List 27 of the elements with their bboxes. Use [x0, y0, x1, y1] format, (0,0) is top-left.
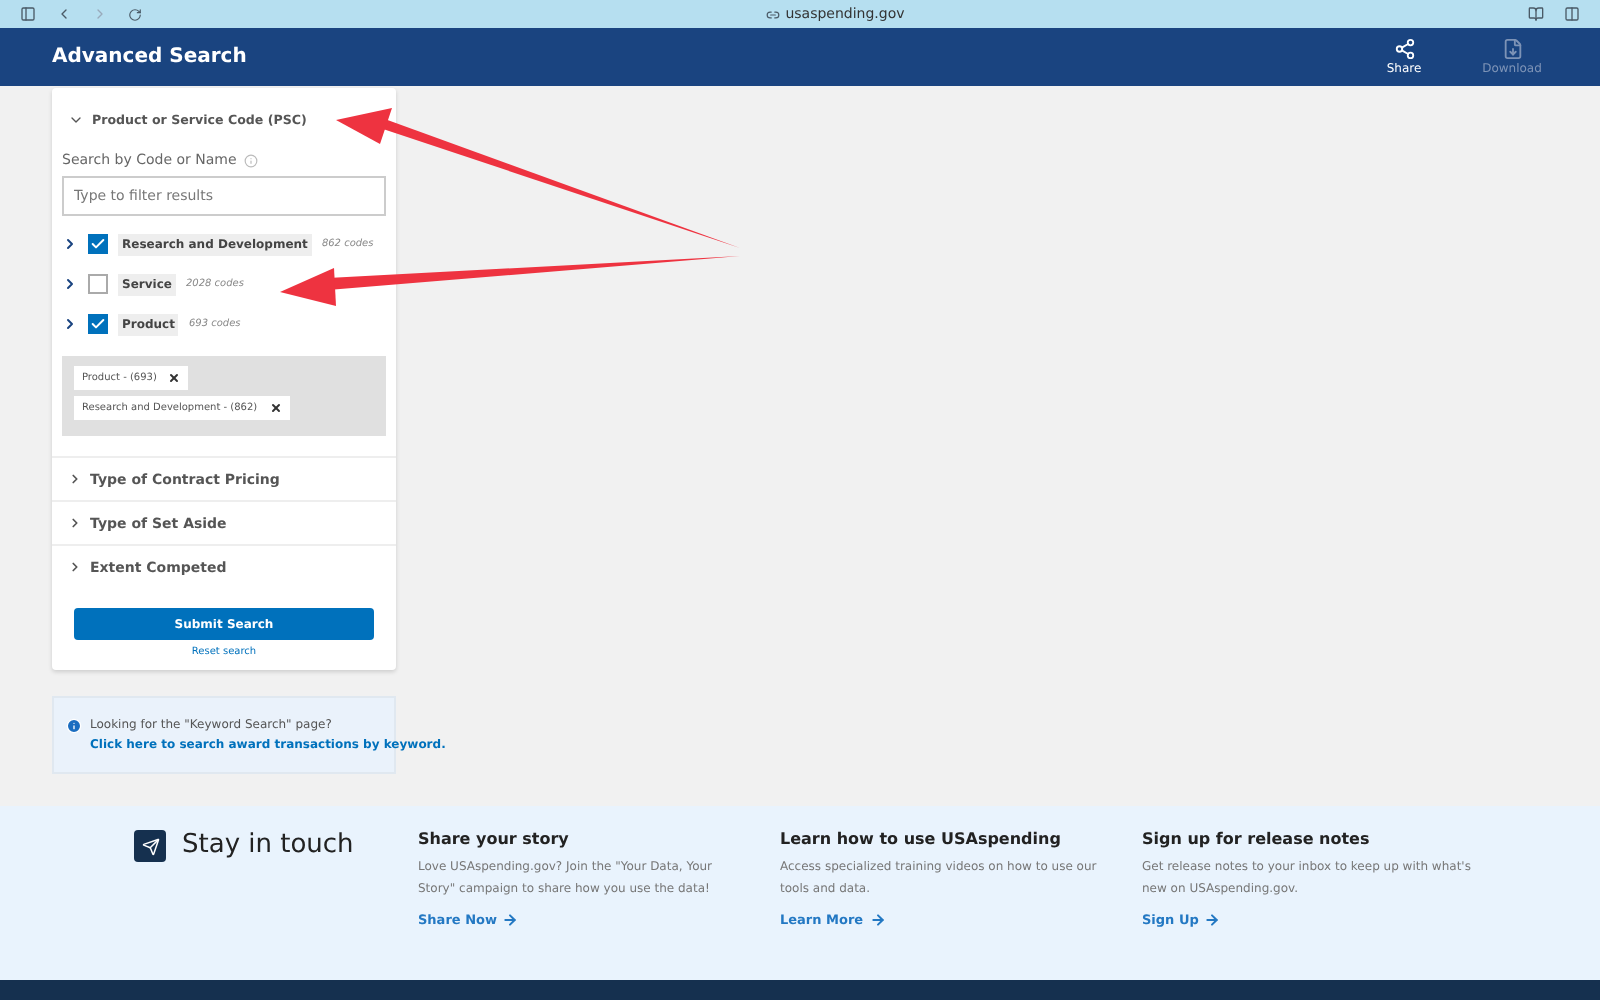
arrow-right-icon: [1204, 912, 1221, 928]
column-heading: Learn how to use USAspending: [780, 830, 1063, 848]
checkbox[interactable]: [88, 234, 108, 254]
reload-icon[interactable]: [128, 7, 142, 21]
expand-icon[interactable]: [62, 316, 78, 332]
column-heading: Share your story: [418, 830, 571, 848]
split-view-icon[interactable]: [1564, 6, 1580, 22]
document-download-icon: [1501, 38, 1523, 60]
reader-icon[interactable]: [1528, 6, 1544, 22]
checkbox[interactable]: [88, 314, 108, 334]
paper-plane-icon: [134, 830, 166, 862]
column-heading: Sign up for release notes: [1142, 830, 1372, 848]
remove-icon: [168, 372, 181, 384]
link-icon: [765, 7, 780, 21]
share-icon: [1393, 38, 1415, 60]
page-title: Advanced Search: [52, 46, 249, 68]
info-icon: [66, 718, 82, 734]
expand-icon[interactable]: [62, 236, 78, 252]
expand-icon[interactable]: [62, 276, 78, 292]
chevron-down-icon[interactable]: [68, 112, 84, 128]
footer-title: Stay in touch: [182, 830, 354, 860]
arrow-right-icon: [502, 912, 519, 928]
arrow-right-icon: [869, 912, 886, 928]
checkbox[interactable]: [88, 274, 108, 294]
back-icon[interactable]: [56, 6, 72, 22]
sidebar-icon[interactable]: [20, 6, 36, 22]
remove-icon: [269, 402, 282, 414]
